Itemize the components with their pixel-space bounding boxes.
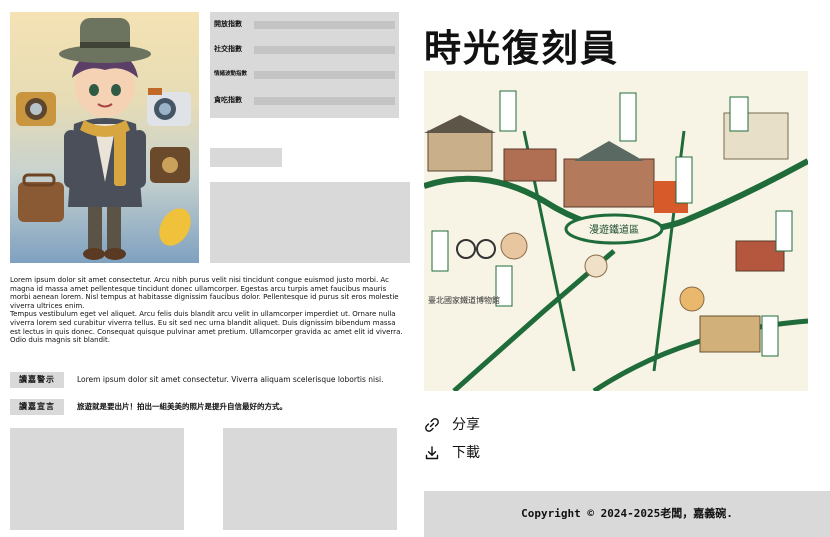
footer: Copyright © 2024-2025老闆，嘉義碗. xyxy=(424,491,830,537)
stat-row-foodie: 貪吃指數 xyxy=(210,94,399,106)
time-traveler-illustration xyxy=(16,18,191,260)
page-title: 時光復刻員 xyxy=(424,27,619,70)
stat-label: 社交指數 xyxy=(214,45,242,53)
stat-bar xyxy=(254,21,395,29)
stat-bar xyxy=(254,97,395,105)
placeholder-image-1 xyxy=(10,428,184,530)
map-center-label: 漫遊鐵道區 xyxy=(589,223,639,236)
share-label: 分享 xyxy=(452,417,480,433)
character-description: Lorem ipsum dolor sit amet consectetur. … xyxy=(10,276,405,345)
declaration-text: 旅遊就是要出片！拍出一組美美的照片是提升自信最好的方式。 xyxy=(77,402,287,411)
stat-label: 開放指數 xyxy=(214,20,242,28)
copyright-text: Copyright © 2024-2025老闆，嘉義碗. xyxy=(521,507,733,520)
stat-label: 情緒波動指數 xyxy=(214,71,248,77)
stat-bar xyxy=(254,71,395,79)
share-button[interactable]: 分享 xyxy=(424,415,494,435)
character-portrait xyxy=(10,12,199,263)
stat-label: 貪吃指數 xyxy=(214,96,242,104)
stat-row-openness: 開放指數 xyxy=(210,18,399,30)
description-paragraph: Lorem ipsum dolor sit amet consectetur. … xyxy=(10,276,399,310)
map-drawing: 漫遊鐵道區 臺北國家鐵道博物館 xyxy=(424,90,808,391)
stat-bar xyxy=(254,46,395,54)
stats-panel: 開放指數 社交指數 情緒波動指數 貪吃指數 xyxy=(210,12,399,118)
placeholder-block xyxy=(210,182,410,263)
stat-row-social: 社交指數 xyxy=(210,43,399,55)
placeholder-image-2 xyxy=(223,428,397,530)
stat-row-emotion: 情緒波動指數 xyxy=(210,68,399,80)
download-button[interactable]: 下載 xyxy=(424,443,494,463)
warning-tag: 讀嘉警示 xyxy=(10,372,64,388)
map-caption: 臺北國家鐵道博物館 xyxy=(428,295,500,305)
link-icon xyxy=(424,417,440,433)
declaration-tag: 讀嘉宣言 xyxy=(10,399,64,415)
description-paragraph: Tempus vestibulum eget vel aliquet. Arcu… xyxy=(10,310,403,345)
warning-text: Lorem ipsum dolor sit amet consectetur. … xyxy=(77,375,384,384)
download-icon xyxy=(424,445,440,461)
placeholder-small xyxy=(210,148,282,167)
download-label: 下載 xyxy=(452,445,480,461)
illustrated-map: 漫遊鐵道區 臺北國家鐵道博物館 xyxy=(424,71,808,391)
